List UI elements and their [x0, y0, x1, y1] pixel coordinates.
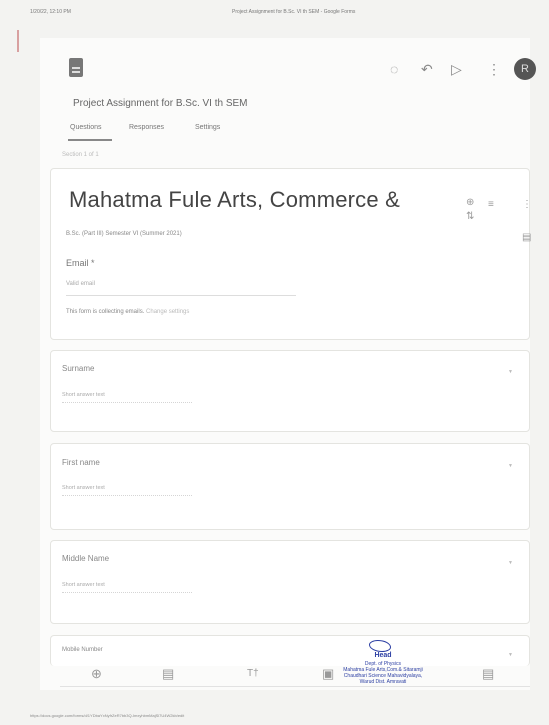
collecting-emails-notice: This form is collecting emails. Change s… — [66, 309, 189, 315]
chevron-down-icon[interactable]: ▼ — [508, 560, 513, 566]
collecting-text: This form is collecting emails. — [66, 309, 145, 315]
email-underline — [66, 295, 296, 296]
form-title[interactable]: Project Assignment for B.Sc. VI th SEM — [73, 98, 248, 109]
add-section-icon[interactable]: ▤ — [522, 232, 531, 243]
answer-underline — [62, 402, 192, 404]
question-card[interactable] — [50, 350, 530, 432]
answer-placeholder: Short answer text — [62, 485, 105, 491]
stamp-line: Warud Dist. Amravati — [359, 679, 407, 685]
signature-mark — [369, 640, 391, 652]
form-description[interactable]: B.Sc. (Part III) Semester VI (Summer 202… — [66, 231, 182, 237]
email-field: Valid email — [66, 281, 95, 287]
add-question-icon[interactable]: ⊕ — [91, 667, 102, 680]
print-page-title: Project Assignment for B.Sc. VI th SEM -… — [232, 9, 356, 15]
chevron-down-icon[interactable]: ▼ — [508, 463, 513, 469]
tab-questions[interactable]: Questions — [70, 124, 102, 131]
import-questions-icon[interactable]: ▤ — [162, 667, 174, 680]
pen-mark — [17, 30, 19, 52]
add-title-icon[interactable]: T† — [247, 667, 259, 680]
card-more-icon[interactable]: ⋮ — [522, 199, 532, 210]
section-label: Section 1 of 1 — [62, 152, 99, 158]
chevron-down-icon[interactable]: ▼ — [508, 369, 513, 375]
print-date: 1/20/22, 12:10 PM — [30, 9, 71, 15]
question-label: Mobile Number — [62, 647, 103, 653]
department-stamp: Head Dept. of Physics Mahatma Fule Arts,… — [327, 640, 439, 685]
answer-placeholder: Short answer text — [62, 582, 105, 588]
account-avatar[interactable]: R — [514, 58, 536, 80]
question-card[interactable] — [50, 443, 530, 530]
tab-responses[interactable]: Responses — [129, 124, 164, 131]
answer-underline — [62, 495, 192, 497]
add-question-icon[interactable]: ⊕ — [466, 197, 474, 208]
change-settings-link[interactable]: Change settings — [146, 309, 189, 315]
tab-settings[interactable]: Settings — [195, 124, 220, 131]
active-tab-indicator — [68, 139, 112, 141]
print-footer-url: https://docs.google.com/forms/d/1YDbaYxN… — [30, 713, 185, 718]
chevron-down-icon[interactable]: ▼ — [508, 652, 513, 658]
question-card[interactable] — [50, 540, 530, 624]
add-title-icon[interactable]: ≡ — [488, 199, 494, 210]
question-label: First name — [62, 458, 100, 467]
email-question-label: Email * — [66, 258, 95, 268]
toolbar-divider — [60, 686, 530, 687]
more-vert-icon[interactable]: ⋮ — [487, 62, 501, 76]
browser-print-header: 1/20/22, 12:10 PM Project Assignment for… — [0, 0, 549, 22]
question-label: Middle Name — [62, 554, 110, 563]
send-icon[interactable]: ▷ — [451, 62, 462, 76]
add-section-icon[interactable]: ▤ — [482, 667, 494, 680]
palette-icon[interactable]: ◌ — [390, 62, 398, 76]
stamp-title: Head — [374, 652, 392, 659]
question-card[interactable] — [50, 635, 530, 666]
form-heading[interactable]: Mahatma Fule Arts, Commerce & — [69, 187, 400, 213]
answer-underline — [62, 592, 192, 594]
google-forms-icon[interactable] — [69, 58, 83, 77]
undo-icon[interactable]: ↶ — [421, 62, 433, 76]
import-questions-icon[interactable]: ⇅ — [466, 211, 474, 222]
answer-placeholder: Short answer text — [62, 392, 105, 398]
question-label: Surname — [62, 364, 95, 373]
